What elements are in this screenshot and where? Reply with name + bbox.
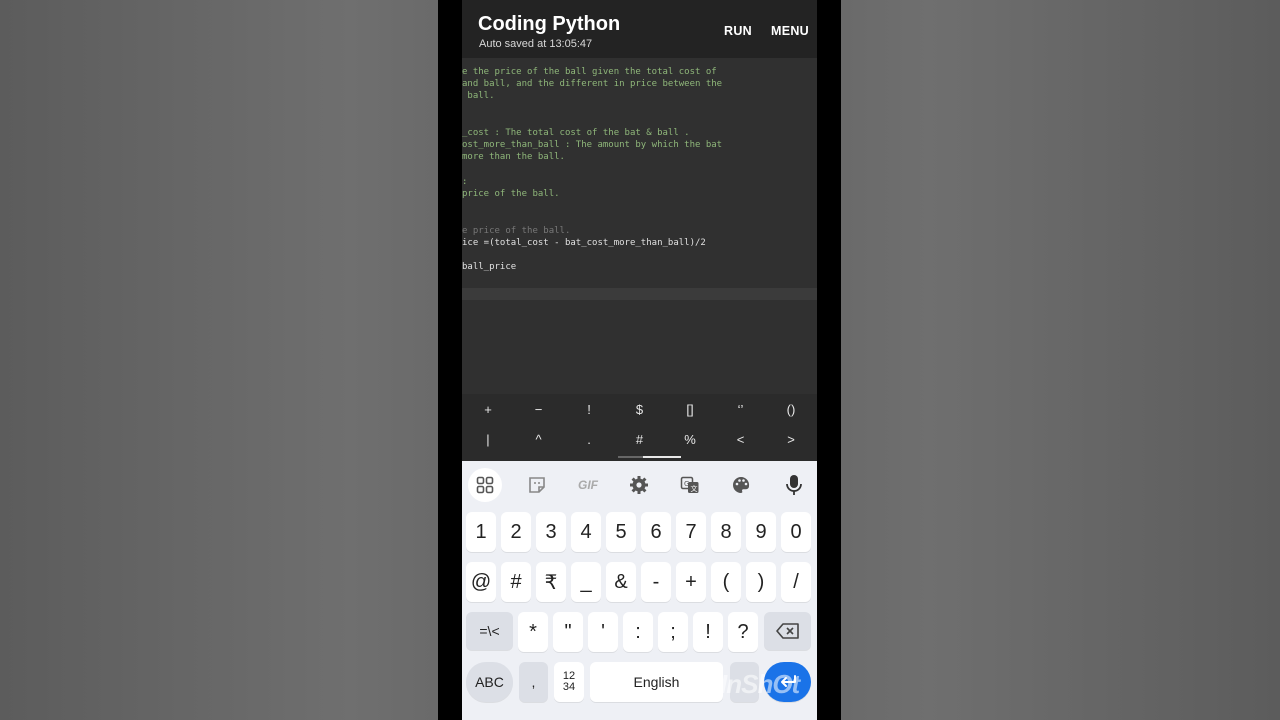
comma-key[interactable]: , — [519, 662, 548, 702]
keyboard-key[interactable]: / — [781, 562, 811, 602]
code-line: ball_price — [462, 262, 517, 273]
symbol-key[interactable]: # — [615, 432, 665, 447]
inshot-watermark: InShOt — [720, 669, 800, 699]
symbol-bar: + −! $[] ‘’() | ^. #% < > — [462, 394, 817, 461]
symbol-key[interactable]: $ — [615, 402, 665, 417]
keyboard-key[interactable]: ? — [728, 612, 758, 652]
translate-icon[interactable]: G文 — [673, 468, 707, 502]
keyboard-key[interactable]: : — [623, 612, 653, 652]
keyboard-key[interactable]: & — [606, 562, 636, 602]
keyboard-key[interactable]: ) — [746, 562, 776, 602]
symbol-key[interactable]: . — [564, 432, 614, 447]
keyboard-key[interactable]: @ — [466, 562, 496, 602]
keyboard-key[interactable]: + — [676, 562, 706, 602]
numpad-key[interactable]: 12 34 — [554, 662, 584, 702]
sticker-icon[interactable] — [520, 468, 554, 502]
code-line: e price of the ball. — [462, 225, 571, 236]
keyboard-key[interactable]: 9 — [746, 512, 776, 552]
current-line-highlight — [462, 288, 817, 300]
symbol-key[interactable]: ^ — [514, 432, 564, 447]
keyboard-key[interactable]: 8 — [711, 512, 741, 552]
code-line: and ball, and the different in price bet… — [462, 79, 723, 90]
symbol-key[interactable]: ‘’ — [716, 402, 766, 417]
symbol-key[interactable]: ! — [564, 402, 614, 417]
symbol-key[interactable]: () — [766, 402, 816, 417]
symbol-key[interactable]: < — [716, 432, 766, 447]
background-left — [0, 0, 438, 720]
phone-screen: Coding Python Auto saved at 13:05:47 RUN… — [462, 0, 817, 720]
keyboard-key[interactable]: ! — [693, 612, 723, 652]
keyboard-key[interactable]: ₹ — [536, 562, 566, 602]
abc-key[interactable]: ABC — [466, 662, 513, 702]
keyboard-key[interactable]: * — [518, 612, 548, 652]
code-line: ost_more_than_ball : The amount by which… — [462, 140, 723, 151]
code-editor[interactable]: e the price of the ball given the total … — [462, 58, 817, 394]
svg-text:G: G — [684, 480, 689, 488]
code-line: ice =(total_cost - bat_cost_more_than_ba… — [462, 237, 706, 248]
keyboard-key[interactable]: 4 — [571, 512, 601, 552]
backspace-key[interactable] — [764, 612, 811, 650]
app-bar: Coding Python Auto saved at 13:05:47 RUN… — [462, 0, 817, 58]
gif-icon[interactable]: GIF — [571, 468, 605, 502]
symbol-key[interactable]: % — [665, 432, 715, 447]
apps-icon[interactable] — [468, 468, 502, 502]
code-line: more than the ball. — [462, 152, 565, 163]
app-title: Coding Python — [478, 13, 621, 35]
palette-icon[interactable] — [724, 468, 758, 502]
symbol-key[interactable]: [] — [665, 402, 715, 417]
settings-icon[interactable] — [622, 468, 656, 502]
keyboard-key[interactable]: ' — [588, 612, 618, 652]
keyboard-key[interactable]: # — [501, 562, 531, 602]
symbol-key[interactable]: − — [514, 402, 564, 417]
page-indicator-2 — [643, 456, 681, 458]
keyboard-key[interactable]: 3 — [536, 512, 566, 552]
code-line: : — [462, 176, 468, 187]
symbol-key[interactable]: + — [463, 402, 513, 417]
code-line: ball. — [462, 91, 495, 102]
keyboard-key[interactable]: - — [641, 562, 671, 602]
keyboard-key[interactable]: 2 — [501, 512, 531, 552]
keyboard-key[interactable]: 5 — [606, 512, 636, 552]
svg-text:文: 文 — [691, 484, 698, 493]
keyboard-key[interactable]: 7 — [676, 512, 706, 552]
symbol-key[interactable]: > — [766, 432, 816, 447]
phone-frame: Coding Python Auto saved at 13:05:47 RUN… — [438, 0, 841, 720]
keyboard-key[interactable]: 6 — [641, 512, 671, 552]
mic-icon[interactable] — [777, 468, 811, 502]
space-key[interactable]: English — [590, 662, 723, 702]
backspace-icon — [775, 623, 799, 639]
run-button[interactable]: RUN — [724, 24, 752, 38]
autosave-status: Auto saved at 13:05:47 — [479, 38, 593, 50]
keyboard-key[interactable]: ; — [658, 612, 688, 652]
keyboard-key[interactable]: " — [553, 612, 583, 652]
code-line: e the price of the ball given the total … — [462, 67, 717, 77]
keyboard-key[interactable]: ( — [711, 562, 741, 602]
keyboard-key[interactable]: 0 — [781, 512, 811, 552]
menu-button[interactable]: MENU — [771, 24, 809, 38]
code-line: price of the ball. — [462, 189, 560, 199]
more-symbols-key[interactable]: =\< — [466, 612, 513, 650]
code-line: _cost : The total cost of the bat & ball… — [462, 128, 690, 138]
keyboard-key[interactable]: 1 — [466, 512, 496, 552]
background-right — [841, 0, 1280, 720]
keyboard: GIF G文 1234567890 @ # ₹ _ & - +() / * " ':;!? =\<… — [462, 461, 817, 720]
keyboard-key[interactable]: _ — [571, 562, 601, 602]
symbol-key[interactable]: | — [463, 432, 513, 447]
